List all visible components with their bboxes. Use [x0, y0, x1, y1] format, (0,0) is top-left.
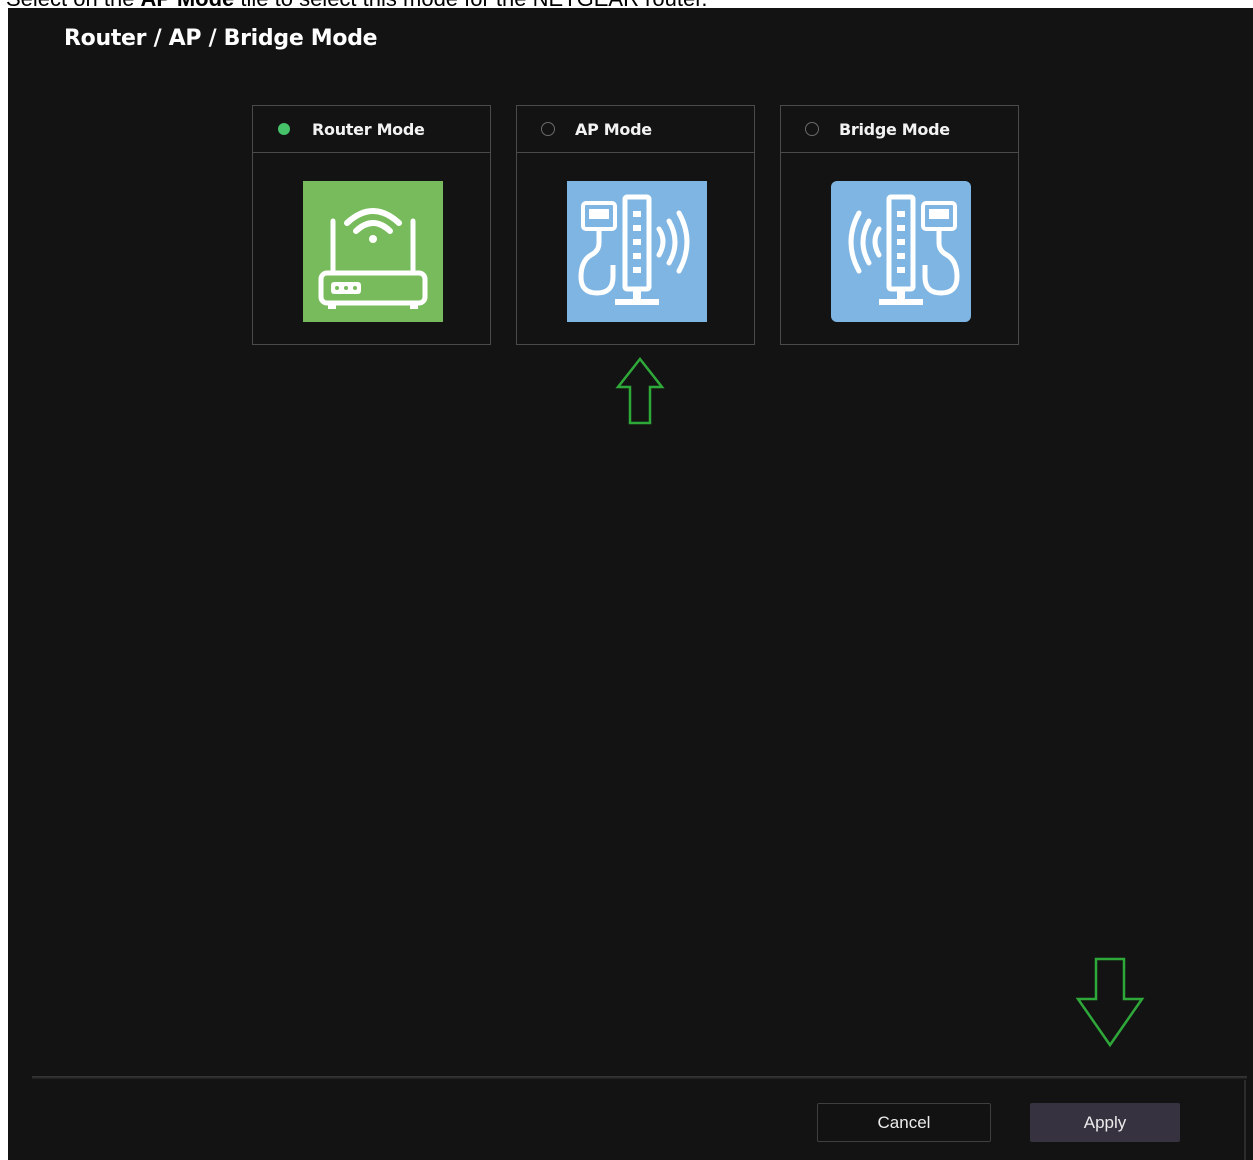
footer-divider — [32, 1076, 1247, 1079]
router-mode-tile[interactable]: Router Mode — [252, 105, 491, 345]
bridge-icon — [831, 181, 971, 322]
router-mode-label: Router Mode — [312, 119, 425, 139]
tile-header: AP Mode — [517, 106, 754, 153]
tile-header: Router Mode — [253, 106, 490, 153]
ap-mode-label: AP Mode — [575, 119, 652, 139]
bridge-mode-label: Bridge Mode — [839, 119, 950, 139]
tile-header: Bridge Mode — [781, 106, 1018, 153]
bridge-mode-radio[interactable] — [805, 122, 819, 136]
footer-edge — [1244, 1080, 1246, 1160]
settings-panel: Router / AP / Bridge Mode Router Mode AP… — [8, 8, 1253, 1160]
ap-mode-radio[interactable] — [541, 122, 555, 136]
router-icon — [303, 181, 443, 322]
router-mode-radio[interactable] — [278, 123, 290, 135]
page-title: Router / AP / Bridge Mode — [64, 26, 378, 51]
arrow-up-icon — [615, 357, 665, 425]
apply-button[interactable]: Apply — [1030, 1103, 1180, 1142]
ap-mode-tile[interactable]: AP Mode — [516, 105, 755, 345]
bridge-mode-tile[interactable]: Bridge Mode — [780, 105, 1019, 345]
cancel-button[interactable]: Cancel — [817, 1103, 991, 1142]
arrow-down-icon — [1075, 957, 1145, 1048]
access-point-icon — [567, 181, 707, 322]
